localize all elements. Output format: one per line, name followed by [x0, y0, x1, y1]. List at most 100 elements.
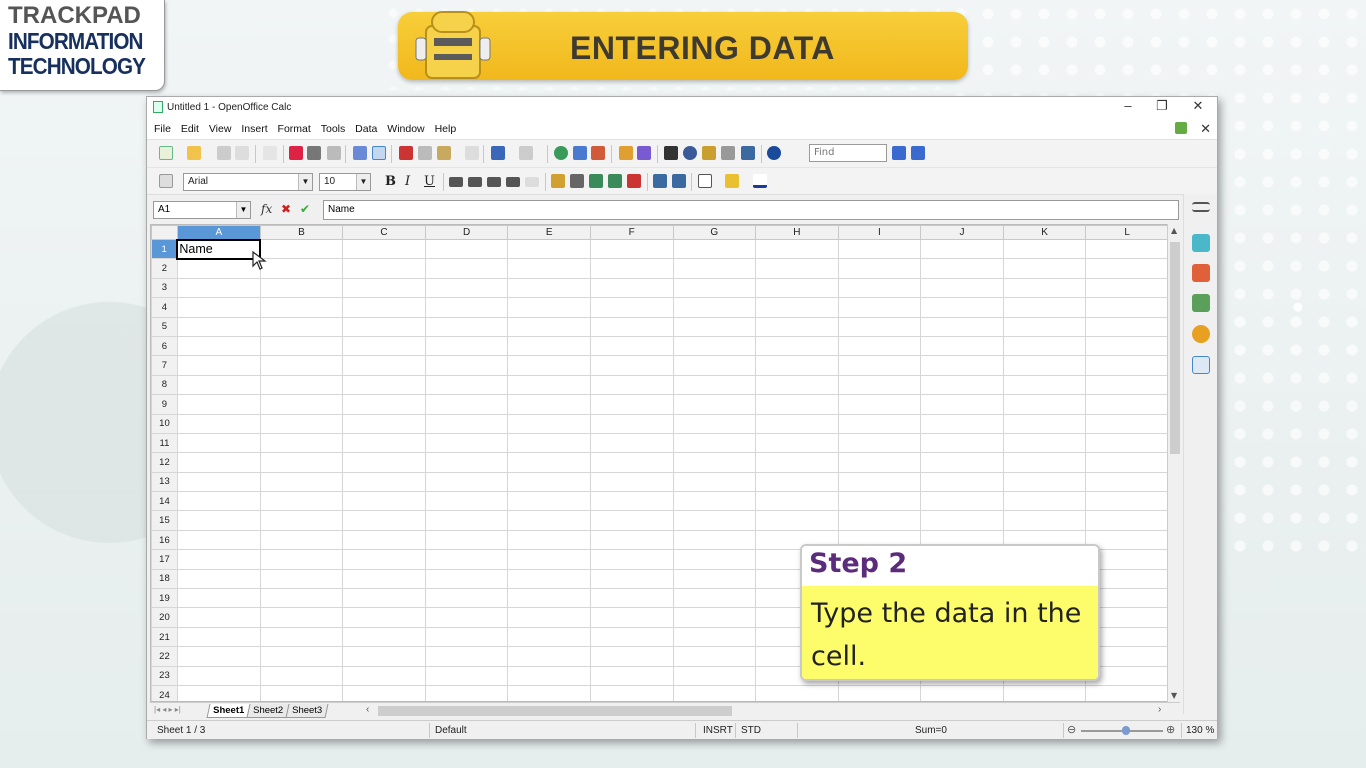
cell-C16[interactable]: [342, 529, 426, 551]
row-header[interactable]: 11: [151, 432, 178, 454]
cell-E17[interactable]: [507, 549, 591, 570]
cell-C21[interactable]: [342, 626, 426, 648]
cell-C17[interactable]: [342, 549, 426, 570]
cell-H2[interactable]: [755, 258, 839, 279]
row-header[interactable]: 24: [151, 684, 178, 701]
row-header[interactable]: 18: [151, 568, 178, 590]
menu-format[interactable]: Format: [278, 123, 311, 135]
cell-C4[interactable]: [342, 297, 426, 318]
row-header[interactable]: 23: [151, 665, 178, 686]
cell-E24[interactable]: [507, 684, 591, 701]
row-header[interactable]: 15: [151, 510, 178, 531]
cell-K11[interactable]: [1002, 432, 1087, 454]
cell-I10[interactable]: [837, 413, 922, 434]
cell-L10[interactable]: [1085, 413, 1169, 434]
cell-J6[interactable]: [920, 335, 1004, 357]
cell-D18[interactable]: [424, 568, 509, 590]
cell-F17[interactable]: [589, 549, 674, 570]
cell-K5[interactable]: [1002, 316, 1087, 337]
cell-D19[interactable]: [424, 588, 509, 609]
cancel-icon[interactable]: ✖: [281, 202, 291, 216]
cell-C7[interactable]: [342, 355, 426, 376]
menu-window[interactable]: Window: [387, 123, 424, 135]
column-header[interactable]: E: [507, 225, 591, 240]
row-header[interactable]: 4: [151, 297, 178, 318]
cut-icon[interactable]: [399, 146, 413, 160]
copy-icon[interactable]: [418, 146, 432, 160]
zoom-level[interactable]: 130 %: [1186, 725, 1214, 736]
cell-D10[interactable]: [424, 413, 509, 434]
zoom-out-icon[interactable]: ⊖: [1067, 723, 1076, 736]
cell-J12[interactable]: [920, 452, 1004, 473]
cell-E18[interactable]: [507, 568, 591, 590]
cell-L4[interactable]: [1085, 297, 1169, 318]
active-cell-a1[interactable]: Name: [176, 238, 262, 260]
tab-sheet1[interactable]: Sheet1: [206, 704, 251, 718]
cell-I8[interactable]: [837, 374, 922, 396]
cell-C24[interactable]: [342, 684, 426, 701]
cell-I5[interactable]: [837, 316, 922, 337]
cell-A4[interactable]: [176, 297, 261, 318]
cell-A20[interactable]: [176, 607, 261, 628]
row-header[interactable]: 21: [151, 626, 178, 648]
bold-button[interactable]: B: [385, 174, 396, 189]
cell-D1[interactable]: [424, 238, 509, 260]
cell-G13[interactable]: [672, 471, 757, 493]
cell-F6[interactable]: [589, 335, 674, 357]
cell-I11[interactable]: [837, 432, 922, 454]
cell-C10[interactable]: [342, 413, 426, 434]
cell-G14[interactable]: [672, 491, 757, 512]
cell-J4[interactable]: [920, 297, 1004, 318]
print-preview-icon[interactable]: [327, 146, 341, 160]
cell-F7[interactable]: [589, 355, 674, 376]
cell-A3[interactable]: [176, 277, 261, 299]
cell-B20[interactable]: [259, 607, 344, 628]
cell-L15[interactable]: [1085, 510, 1169, 531]
cell-J1[interactable]: [920, 238, 1004, 260]
cell-A19[interactable]: [176, 588, 261, 609]
cell-H14[interactable]: [755, 491, 839, 512]
email-icon[interactable]: [235, 146, 249, 160]
row-header[interactable]: 12: [151, 452, 178, 473]
cell-D16[interactable]: [424, 529, 509, 551]
cell-C22[interactable]: [342, 646, 426, 667]
cell-C23[interactable]: [342, 665, 426, 686]
cell-D7[interactable]: [424, 355, 509, 376]
cell-F4[interactable]: [589, 297, 674, 318]
row-header[interactable]: 5: [151, 316, 178, 337]
cell-A12[interactable]: [176, 452, 261, 473]
cell-G17[interactable]: [672, 549, 757, 570]
cell-C5[interactable]: [342, 316, 426, 337]
font-name-dropdown-icon[interactable]: ▼: [298, 174, 312, 190]
cell-H6[interactable]: [755, 335, 839, 357]
function-wizard-icon[interactable]: fx: [261, 202, 272, 216]
cell-C3[interactable]: [342, 277, 426, 299]
cell-H10[interactable]: [755, 413, 839, 434]
cell-I4[interactable]: [837, 297, 922, 318]
cell-D11[interactable]: [424, 432, 509, 454]
cell-E16[interactable]: [507, 529, 591, 551]
cell-E3[interactable]: [507, 277, 591, 299]
cell-B6[interactable]: [259, 335, 344, 357]
clone-format-icon[interactable]: [465, 146, 479, 160]
cell-K7[interactable]: [1002, 355, 1087, 376]
cell-E9[interactable]: [507, 394, 591, 415]
row-header[interactable]: 7: [151, 355, 178, 376]
name-box[interactable]: A1 ▼: [153, 201, 251, 219]
cell-J14[interactable]: [920, 491, 1004, 512]
gallery-icon[interactable]: [702, 146, 716, 160]
font-color-icon[interactable]: [753, 174, 767, 188]
find-input[interactable]: Find: [809, 144, 887, 162]
chart-icon[interactable]: [619, 146, 633, 160]
open-icon[interactable]: [187, 146, 201, 160]
horizontal-scroll-thumb[interactable]: [378, 706, 732, 716]
cell-L3[interactable]: [1085, 277, 1169, 299]
cell-A22[interactable]: [176, 646, 261, 667]
cell-K6[interactable]: [1002, 335, 1087, 357]
find-previous-icon[interactable]: [911, 146, 925, 160]
cell-E4[interactable]: [507, 297, 591, 318]
cell-D21[interactable]: [424, 626, 509, 648]
cell-H15[interactable]: [755, 510, 839, 531]
cell-G9[interactable]: [672, 394, 757, 415]
cell-E10[interactable]: [507, 413, 591, 434]
